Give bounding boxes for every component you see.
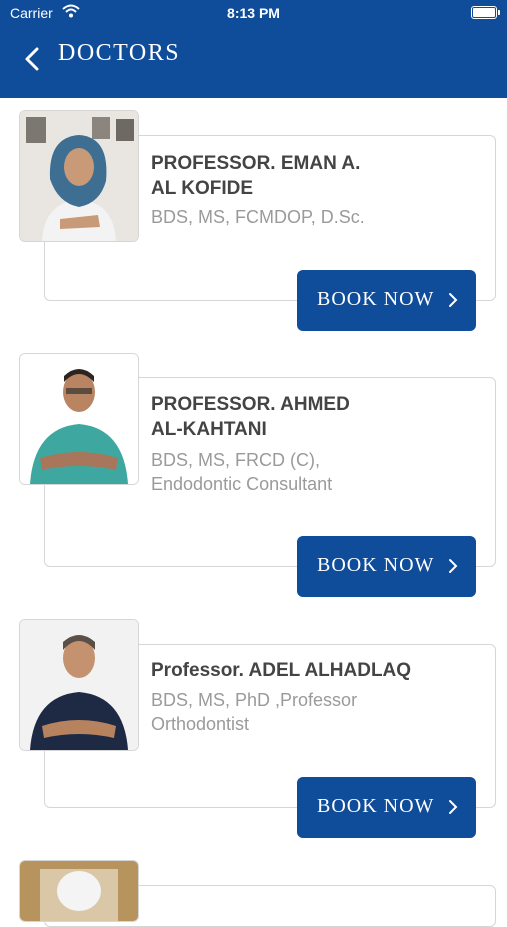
book-now-button[interactable]: BOOK NOW: [297, 777, 476, 838]
doctor-name: Professor. ADEL ALHADLAQ: [151, 658, 471, 683]
doctor-qualifications: BDS, MS, FCMDOP, D.Sc.: [151, 205, 471, 229]
nav-bar: DOCTORS: [0, 26, 507, 98]
book-now-label: BOOK NOW: [317, 795, 435, 817]
doctor-name-line: AL-KAHTANI: [151, 419, 267, 440]
book-now-label: BOOK NOW: [317, 554, 435, 576]
chevron-left-icon: [25, 47, 39, 71]
clock-time: 8:13 PM: [227, 5, 280, 21]
doctor-photo: [19, 110, 139, 242]
doctor-name-line: PROFESSOR. EMAN A.: [151, 153, 361, 174]
page-title: DOCTORS: [58, 40, 181, 66]
qualifications-line: Orthodontist: [151, 714, 250, 734]
qualifications-line: BDS, MS, FCMDOP, D.Sc.: [151, 207, 365, 227]
book-now-label: BOOK NOW: [317, 288, 435, 310]
doctor-photo: [19, 860, 139, 922]
doctor-qualifications: BDS, MS, FRCD (C), Endodontic Consultant: [151, 448, 471, 496]
chevron-right-icon: [448, 558, 458, 579]
book-now-button[interactable]: BOOK NOW: [297, 536, 476, 597]
status-bar: Carrier 8:13 PM: [0, 0, 507, 26]
doctor-photo: [19, 619, 139, 751]
qualifications-line: BDS, MS, PhD ,Professor: [151, 690, 358, 710]
chevron-right-icon: [448, 799, 458, 820]
qualifications-line: Endodontic Consultant: [151, 474, 333, 494]
doctor-photo: [19, 353, 139, 485]
doctor-name-line: AL KOFIDE: [151, 178, 254, 199]
back-button[interactable]: [16, 42, 50, 76]
book-now-button[interactable]: BOOK NOW: [297, 270, 476, 331]
battery-icon: [471, 6, 500, 19]
doctor-qualifications: BDS, MS, PhD ,Professor Orthodontist: [151, 688, 471, 736]
doctor-name: PROFESSOR. EMAN A. AL KOFIDE: [151, 151, 471, 201]
qualifications-line: BDS, MS, FRCD (C),: [151, 450, 320, 470]
doctor-name-line: Professor. ADEL ALHADLAQ: [151, 660, 412, 681]
chevron-right-icon: [448, 292, 458, 313]
doctor-name-line: PROFESSOR. AHMED: [151, 394, 350, 415]
doctor-name: PROFESSOR. AHMED AL-KAHTANI: [151, 392, 471, 442]
